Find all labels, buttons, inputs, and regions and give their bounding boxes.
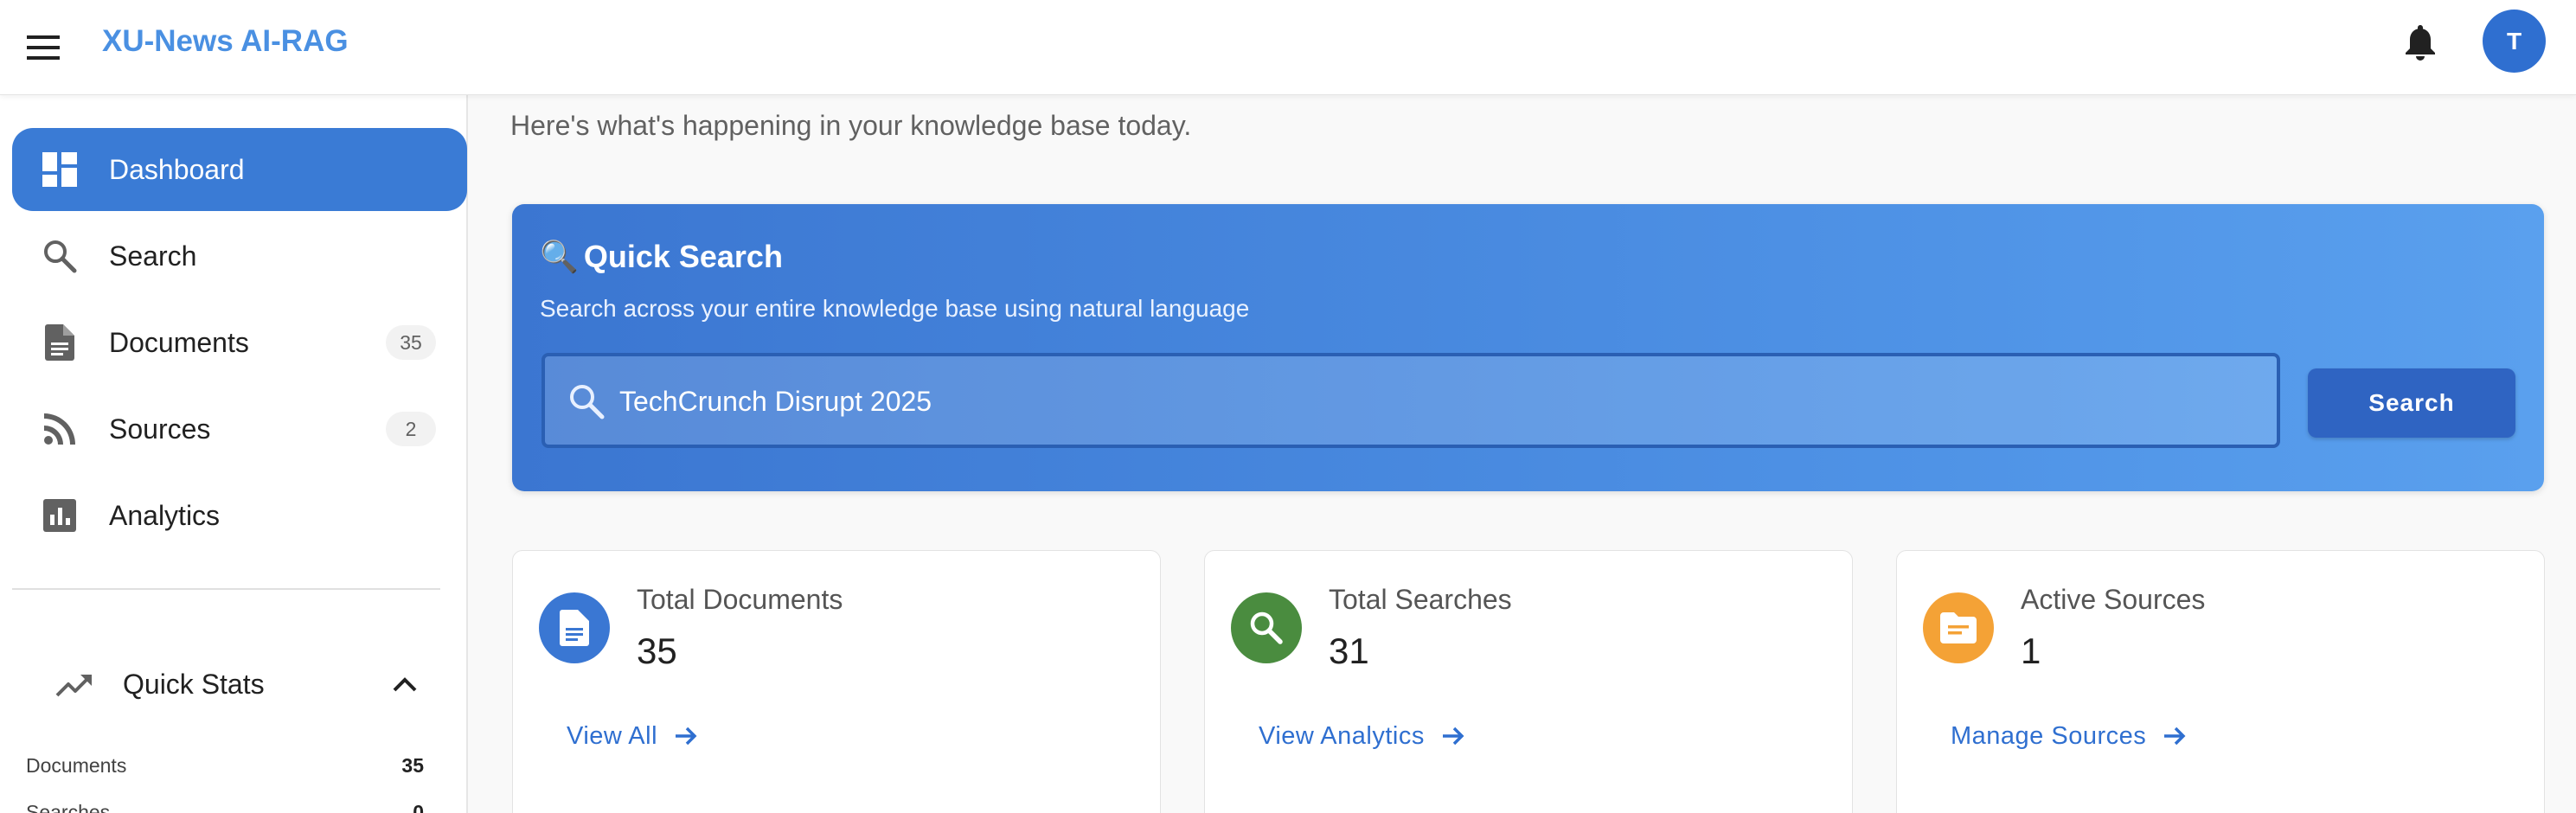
document-icon: [539, 592, 610, 663]
quick-stat-value: 0: [413, 801, 424, 813]
quick-stats-toggle[interactable]: Quick Stats: [12, 637, 445, 732]
quick-search-card: 🔍 Quick Search Search across your entire …: [512, 204, 2544, 491]
count-badge: 35: [386, 325, 436, 360]
dashboard-icon: [42, 151, 78, 188]
link-label: View All: [567, 722, 658, 750]
avatar[interactable]: T: [2483, 10, 2546, 73]
stat-label: Active Sources: [2021, 584, 2206, 615]
arrow-right-icon: [676, 727, 697, 746]
quick-stat-row: Searches 0: [26, 801, 424, 813]
bell-icon[interactable]: [2394, 17, 2446, 69]
chevron-up-icon[interactable]: [386, 666, 424, 704]
link-label: View Analytics: [1259, 722, 1425, 750]
search-button[interactable]: Search: [2308, 368, 2515, 438]
stat-value: 1: [2021, 631, 2041, 671]
manage-sources-link[interactable]: Manage Sources: [1951, 720, 2188, 752]
search-field[interactable]: [541, 353, 2280, 448]
stat-label: Total Documents: [637, 584, 843, 615]
quick-stats-title: Quick Stats: [123, 669, 265, 700]
stat-card-sources: Active Sources 1 Manage Sources: [1896, 550, 2545, 813]
arrow-right-icon: [2164, 727, 2186, 746]
analytics-icon: [42, 497, 78, 534]
stat-value: 35: [637, 631, 677, 671]
menu-icon[interactable]: [17, 22, 69, 74]
folder-icon: [1923, 592, 1994, 663]
stat-card-searches: Total Searches 31 View Analytics: [1204, 550, 1853, 813]
page-subtitle: Here's what's happening in your knowledg…: [510, 110, 1192, 141]
app-bar: XU-News AI-RAG T: [0, 0, 2576, 95]
quick-search-title: 🔍 Quick Search: [540, 239, 783, 275]
trending-up-icon: [55, 666, 93, 704]
quick-search-title-text: Quick Search: [583, 239, 783, 274]
app-title[interactable]: XU-News AI-RAG: [102, 22, 349, 61]
sidebar-item-label: Analytics: [109, 500, 221, 531]
count-badge: 2: [386, 412, 436, 446]
sidebar-item-label: Sources: [109, 413, 211, 445]
rss-icon: [42, 411, 78, 447]
quick-stat-label: Searches: [26, 801, 111, 813]
sidebar-item-search[interactable]: Search: [12, 214, 467, 298]
sidebar-item-dashboard[interactable]: Dashboard: [12, 128, 467, 211]
magnifier-emoji-icon: 🔍: [540, 239, 579, 274]
stat-label: Total Searches: [1329, 584, 1512, 615]
view-all-link[interactable]: View All: [567, 720, 699, 752]
search-icon: [567, 382, 606, 420]
divider: [12, 588, 440, 590]
sidebar-item-label: Documents: [109, 327, 249, 358]
sidebar-item-sources[interactable]: Sources 2: [12, 387, 467, 471]
quick-stat-label: Documents: [26, 754, 127, 777]
stat-card-documents: Total Documents 35 View All: [512, 550, 1161, 813]
quick-search-description: Search across your entire knowledge base…: [540, 295, 1250, 322]
sidebar: Dashboard Search Documents 35 Sources 2 …: [0, 95, 468, 813]
document-icon: [42, 324, 78, 361]
search-icon: [42, 238, 78, 274]
link-label: Manage Sources: [1951, 722, 2147, 750]
stat-value: 31: [1329, 631, 1369, 671]
view-analytics-link[interactable]: View Analytics: [1259, 720, 1466, 752]
search-icon: [1231, 592, 1302, 663]
arrow-right-icon: [1442, 727, 1464, 746]
quick-stat-value: 35: [401, 754, 424, 777]
sidebar-item-label: Dashboard: [109, 154, 245, 185]
sidebar-item-analytics[interactable]: Analytics: [12, 474, 467, 557]
search-input[interactable]: [619, 377, 2246, 426]
sidebar-item-documents[interactable]: Documents 35: [12, 301, 467, 384]
quick-stat-row: Documents 35: [26, 754, 424, 785]
sidebar-item-label: Search: [109, 240, 197, 272]
